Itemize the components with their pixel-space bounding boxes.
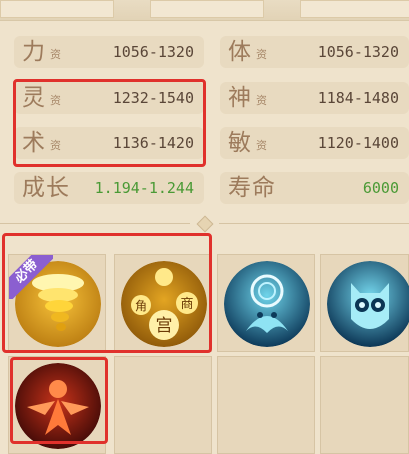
stat-name: 体 xyxy=(228,39,251,65)
stat-row-growth: 成长 1.194-1.244 xyxy=(14,172,204,204)
stat-name: 敏 xyxy=(228,130,251,156)
stat-sub: 资 xyxy=(256,94,267,107)
life-value: 6000 xyxy=(362,179,399,197)
stat-row-mind: 神 资 1184-1480 xyxy=(220,82,409,114)
stat-sub: 资 xyxy=(256,48,267,61)
top-tab-segment xyxy=(0,0,114,18)
highlight-box-skill-5 xyxy=(10,357,108,444)
highlight-box-stats xyxy=(13,79,206,167)
divider-gem-icon xyxy=(196,215,214,233)
skill-slot-empty[interactable] xyxy=(320,356,409,454)
life-label: 寿命 xyxy=(228,175,276,201)
skill-slot-empty[interactable] xyxy=(114,356,212,454)
skill-slot-empty[interactable] xyxy=(217,356,315,454)
stat-row-life: 寿命 6000 xyxy=(220,172,409,204)
top-tab-bar xyxy=(0,0,409,21)
stat-sub: 资 xyxy=(50,48,61,61)
stat-value: 1056-1320 xyxy=(317,43,399,61)
stat-sub: 资 xyxy=(256,139,267,152)
growth-value: 1.194-1.244 xyxy=(94,179,194,197)
skill-slot-3[interactable] xyxy=(217,254,315,352)
skill-slot-4[interactable] xyxy=(320,254,409,352)
stat-name: 神 xyxy=(228,85,251,111)
stat-row-stamina: 体 资 1056-1320 xyxy=(220,36,409,68)
stat-row-agility: 敏 资 1120-1400 xyxy=(220,127,409,159)
top-tab-segment xyxy=(150,0,264,18)
growth-label: 成长 xyxy=(22,175,70,201)
highlight-box-skills xyxy=(2,233,212,353)
stat-name: 力 xyxy=(22,39,45,65)
blue-ghost-vortex-icon xyxy=(224,261,310,347)
stat-value: 1120-1400 xyxy=(317,134,399,152)
stat-value: 1056-1320 xyxy=(112,43,194,61)
stat-row-strength: 力 资 1056-1320 xyxy=(14,36,204,68)
stat-value: 1184-1480 xyxy=(317,89,399,107)
top-tab-segment xyxy=(300,0,409,18)
section-divider xyxy=(0,215,409,233)
blue-owl-spirit-icon xyxy=(327,261,409,347)
